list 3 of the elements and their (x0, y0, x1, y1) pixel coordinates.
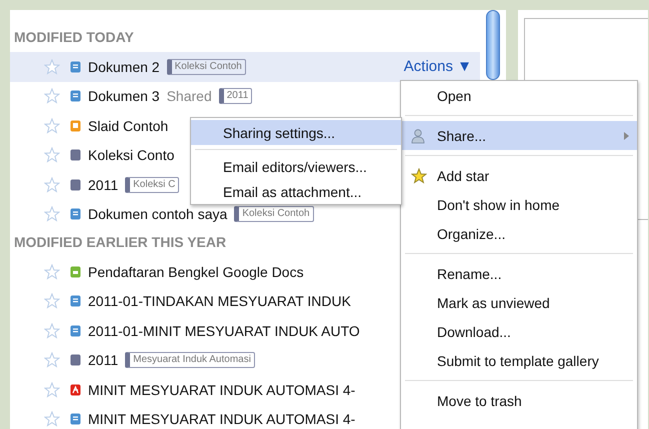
section-heading: MODIFIED EARLIER THIS YEAR (13, 233, 226, 252)
section-heading: MODIFIED TODAY (13, 28, 134, 47)
shared-label: Shared (166, 88, 212, 104)
